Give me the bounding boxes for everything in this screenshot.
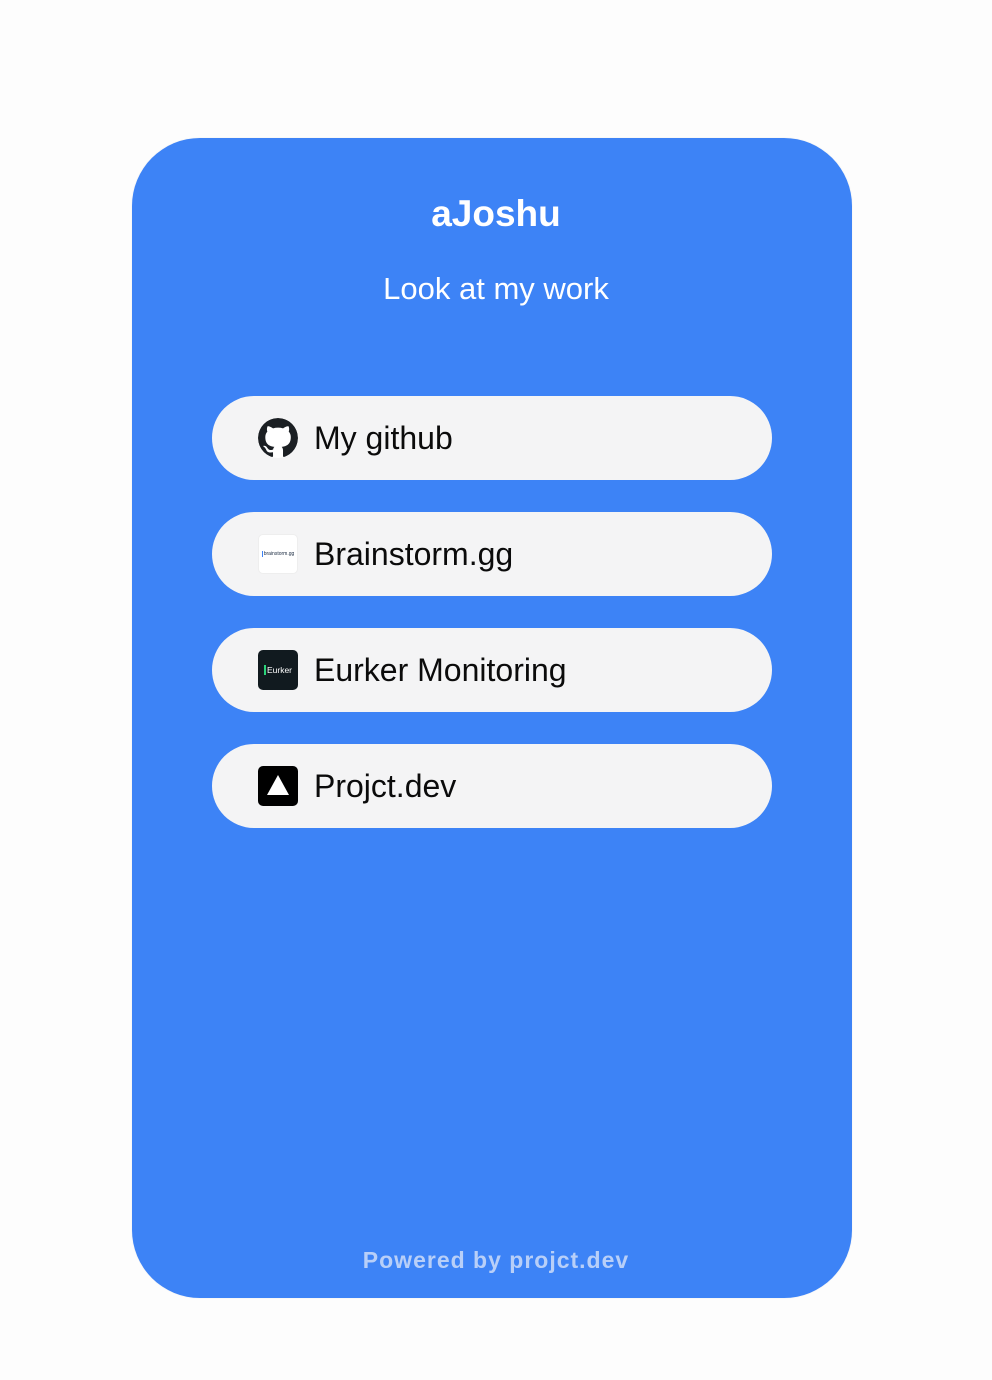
brainstorm-logo-text: brainstorm.gg xyxy=(261,551,295,557)
link-button-eurker[interactable]: Eurker Eurker Monitoring xyxy=(212,628,772,712)
link-button-brainstorm[interactable]: brainstorm.gg Brainstorm.gg xyxy=(212,512,772,596)
profile-tagline: Look at my work xyxy=(383,271,609,306)
profile-name: aJoshu xyxy=(431,193,561,234)
brainstorm-logo-icon: brainstorm.gg xyxy=(258,534,298,574)
link-label: Brainstorm.gg xyxy=(314,536,514,572)
link-label: Projct.dev xyxy=(314,768,457,804)
link-button-github[interactable]: My github xyxy=(212,396,772,480)
link-label: Eurker Monitoring xyxy=(314,652,567,688)
github-icon xyxy=(258,418,298,458)
link-list: My github brainstorm.gg Brainstorm.gg Eu… xyxy=(212,396,772,860)
powered-by-footer[interactable]: Powered by projct.dev xyxy=(0,1246,992,1274)
eurker-logo-text: Eurker xyxy=(263,665,292,675)
eurker-logo-icon: Eurker xyxy=(258,650,298,690)
link-label: My github xyxy=(314,420,453,456)
link-button-projct[interactable]: Projct.dev xyxy=(212,744,772,828)
projct-triangle-icon xyxy=(258,766,298,806)
